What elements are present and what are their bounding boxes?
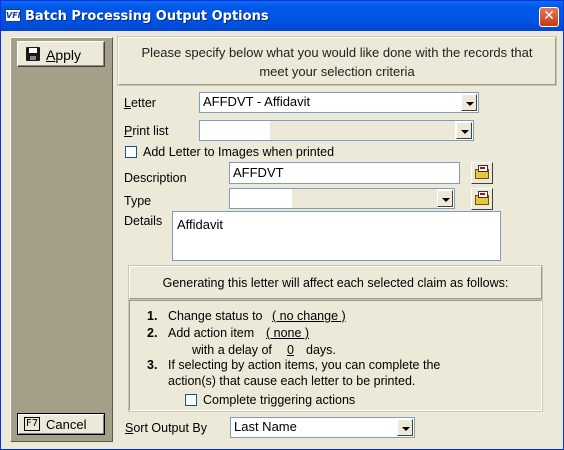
f7-key-icon: F7	[24, 417, 41, 431]
instructions-header: Please specify below what you would like…	[117, 36, 557, 86]
delay-unit: days.	[306, 343, 336, 357]
chevron-down-icon[interactable]	[461, 94, 477, 111]
details-label: Details	[124, 214, 163, 228]
title-bar[interactable]: VFI Batch Processing Output Options ✕	[1, 1, 563, 31]
print-list-select[interactable]	[199, 120, 474, 141]
chevron-down-icon[interactable]	[437, 190, 453, 207]
description-field[interactable]: AFFDVT	[229, 162, 460, 184]
sort-output-label: Sort Output By	[125, 421, 207, 435]
cancel-button[interactable]: F7 Cancel	[17, 413, 105, 435]
apply-button[interactable]: Apply	[17, 41, 105, 67]
add-action-item-link[interactable]: ( none )	[266, 326, 309, 340]
apply-button-label: Apply	[46, 47, 82, 63]
add-action-item-label: Add action item	[168, 326, 255, 340]
complete-triggering-actions-label: Complete triggering actions	[203, 393, 356, 407]
add-letter-to-images-checkbox[interactable]	[125, 146, 137, 158]
change-status-link[interactable]: ( no change )	[272, 309, 346, 323]
change-status-label: Change status to	[168, 309, 263, 323]
open-folder-icon	[475, 165, 489, 179]
delay-label: with a delay of	[192, 343, 272, 357]
description-label: Description	[124, 171, 187, 185]
effects-heading: Generating this letter will affect each …	[128, 265, 543, 300]
add-letter-to-images-label: Add Letter to Images when printed	[143, 145, 335, 159]
chevron-down-icon[interactable]	[397, 419, 413, 436]
save-disk-icon	[26, 47, 40, 61]
item-1-number: 1.	[147, 309, 158, 323]
sort-output-select[interactable]: Last Name	[230, 417, 415, 438]
app-icon: VFI	[5, 9, 21, 22]
close-button[interactable]: ✕	[539, 7, 559, 27]
print-list-label: Print list	[124, 124, 169, 138]
letter-label: Letter	[124, 96, 156, 110]
type-select[interactable]	[229, 188, 455, 209]
item-2-number: 2.	[147, 326, 158, 340]
left-button-panel	[10, 37, 113, 442]
item-3-number: 3.	[147, 358, 158, 372]
item-3-line-2: action(s) that cause each letter to be p…	[168, 374, 416, 388]
window-title: Batch Processing Output Options	[25, 9, 269, 24]
item-3-line-1: If selecting by action items, you can co…	[168, 358, 441, 372]
cancel-button-label: Cancel	[46, 417, 87, 432]
chevron-down-icon[interactable]	[456, 122, 472, 139]
details-textarea[interactable]: Affidavit	[172, 211, 501, 261]
open-folder-icon	[475, 191, 489, 205]
batch-output-options-dialog: VFI Batch Processing Output Options ✕ Ap…	[0, 0, 564, 450]
delay-value[interactable]: 0	[287, 343, 294, 357]
letter-select[interactable]: AFFDVT - Affidavit	[199, 92, 479, 113]
complete-triggering-actions-checkbox[interactable]	[185, 394, 197, 406]
description-browse-button[interactable]	[471, 162, 493, 184]
type-browse-button[interactable]	[471, 188, 493, 210]
type-label: Type	[124, 194, 152, 208]
